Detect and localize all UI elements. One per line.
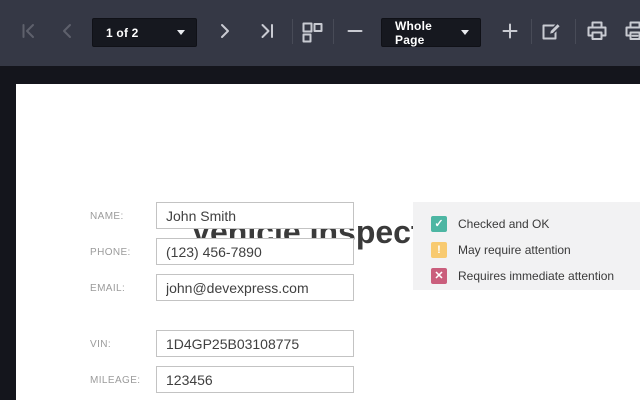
phone-field[interactable] — [156, 238, 354, 265]
previous-page-icon — [53, 17, 81, 45]
email-label: EMAIL: — [90, 283, 152, 294]
legend-label: May require attention — [458, 243, 571, 257]
highlight-editing-fields-icon — [538, 17, 566, 45]
zoom-in-icon — [496, 17, 524, 45]
legend-label: Requires immediate attention — [458, 269, 614, 283]
zoom-out-button[interactable] — [341, 17, 369, 45]
first-page-icon — [14, 17, 42, 45]
print-page-button[interactable] — [621, 17, 640, 45]
zoom-out-icon — [341, 17, 369, 45]
zoom-selector[interactable]: Whole Page — [381, 18, 481, 47]
mileage-label: MILEAGE: — [90, 375, 152, 386]
cross-icon: ✕ — [431, 268, 447, 284]
legend-item-warn: ! May require attention — [431, 242, 571, 258]
check-icon: ✓ — [431, 216, 447, 232]
highlight-editing-fields-button[interactable] — [538, 17, 566, 45]
page-selector-value: 1 of 2 — [106, 26, 139, 40]
thumbnails-button[interactable] — [298, 17, 326, 45]
report-viewer: 1 of 2 — [0, 0, 640, 400]
chevron-down-icon — [461, 30, 469, 35]
status-legend: ✓ Checked and OK ! May require attention… — [413, 202, 640, 290]
vin-label: VIN: — [90, 339, 152, 350]
zoom-in-button[interactable] — [496, 17, 524, 45]
next-page-icon — [211, 17, 239, 45]
legend-item-error: ✕ Requires immediate attention — [431, 268, 614, 284]
thumbnails-icon — [298, 17, 326, 45]
toolbar-separator — [531, 19, 532, 44]
vin-field[interactable] — [156, 330, 354, 357]
zoom-selector-value: Whole Page — [395, 19, 461, 47]
exclamation-icon: ! — [431, 242, 447, 258]
report-page: Vehicle Inspection Report NAME: PHONE: E… — [16, 84, 640, 400]
phone-label: PHONE: — [90, 247, 152, 258]
email-field[interactable] — [156, 274, 354, 301]
page-selector[interactable]: 1 of 2 — [92, 18, 197, 47]
print-icon — [583, 17, 611, 45]
mileage-field[interactable] — [156, 366, 354, 393]
print-page-icon — [621, 17, 640, 45]
document-viewport: Vehicle Inspection Report NAME: PHONE: E… — [0, 66, 640, 400]
name-field[interactable] — [156, 202, 354, 229]
legend-label: Checked and OK — [458, 217, 549, 231]
legend-item-ok: ✓ Checked and OK — [431, 216, 549, 232]
next-page-button[interactable] — [211, 17, 239, 45]
print-button[interactable] — [583, 17, 611, 45]
toolbar-separator — [575, 19, 576, 44]
name-label: NAME: — [90, 211, 152, 222]
previous-page-button[interactable] — [53, 17, 81, 45]
toolbar-separator — [292, 19, 293, 44]
last-page-button[interactable] — [253, 17, 281, 45]
toolbar-separator — [333, 19, 334, 44]
chevron-down-icon — [177, 30, 185, 35]
last-page-icon — [253, 17, 281, 45]
viewer-toolbar: 1 of 2 — [0, 0, 640, 66]
first-page-button[interactable] — [14, 17, 42, 45]
